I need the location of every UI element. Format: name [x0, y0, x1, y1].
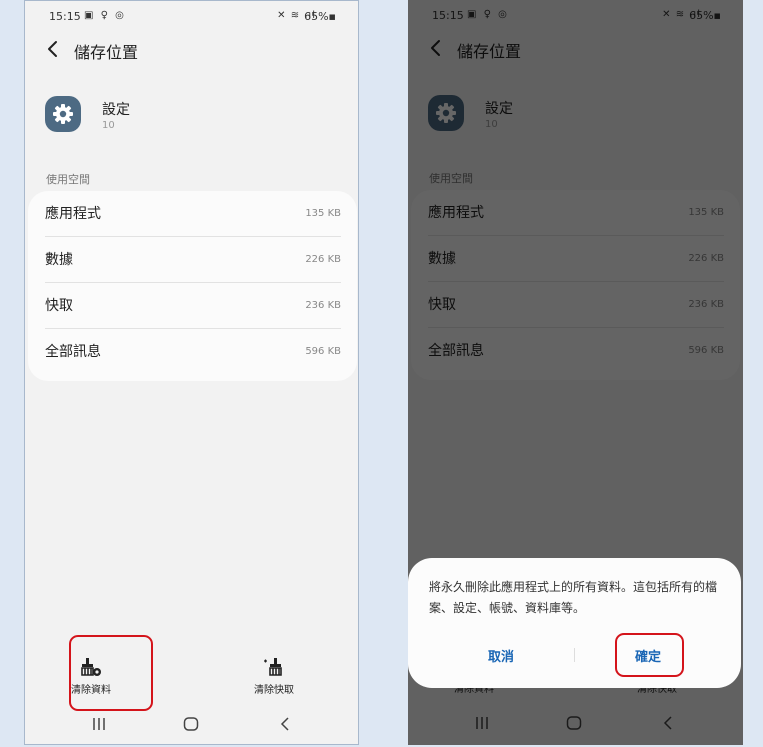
app-version: 10 [102, 120, 115, 131]
nav-back-icon[interactable] [279, 717, 291, 731]
broom-icon [264, 658, 282, 676]
row-value: 135 KB [305, 208, 341, 219]
clear-cache-button[interactable]: 清除快取 [229, 651, 319, 701]
row-label: 應用程式 [45, 206, 101, 222]
row-label: 快取 [45, 298, 73, 314]
row-value: 236 KB [305, 300, 341, 311]
row-value: 226 KB [305, 254, 341, 265]
dialog-message: 將永久刪除此應用程式上的所有資料。這包括所有的檔案、設定、帳號、資料庫等。 [429, 580, 718, 615]
home-icon[interactable] [183, 717, 199, 731]
settings-gear-icon [45, 96, 81, 132]
section-label-usage: 使用空間 [46, 173, 90, 186]
status-bar: 15:15 ▣ ♀ ◎ ✕ ≋ .ıl 65%▪ [25, 8, 358, 26]
row-value: 596 KB [305, 346, 341, 357]
status-time: 15:15 [49, 10, 81, 23]
highlight-clear-data [69, 635, 153, 711]
row-label: 全部訊息 [45, 344, 101, 360]
notification-icons: ▣ ♀ ◎ [84, 10, 126, 21]
app-name: 設定 [102, 102, 130, 118]
storage-row-apps: 應用程式 135 KB [45, 191, 341, 237]
phone-screen-dialog: 15:15 ▣ ♀ ◎ ✕ ≋ .ıl 65%▪ 儲存位置 [408, 0, 743, 745]
storage-card: 應用程式 135 KB 數據 226 KB 快取 236 KB 全部訊息 596… [28, 191, 357, 381]
cancel-button[interactable]: 取消 [488, 646, 514, 665]
recent-apps-icon[interactable] [92, 717, 106, 731]
app-info: 設定 10 [25, 96, 358, 136]
storage-row-cache: 快取 236 KB [45, 283, 341, 329]
page-title: 儲存位置 [74, 43, 139, 62]
back-arrow-icon[interactable] [43, 37, 63, 61]
clear-cache-label: 清除快取 [254, 685, 294, 696]
storage-row-data: 數據 226 KB [45, 237, 341, 283]
highlight-confirm [615, 633, 684, 677]
row-label: 數據 [45, 252, 73, 268]
dialog-divider [574, 648, 575, 662]
navigation-bar [25, 713, 358, 737]
storage-row-total: 全部訊息 596 KB [45, 329, 341, 375]
confirm-dialog: 將永久刪除此應用程式上的所有資料。這包括所有的檔案、設定、帳號、資料庫等。 取消… [408, 558, 741, 688]
battery-indicator: 65%▪ [304, 10, 336, 23]
phone-screen-storage: 15:15 ▣ ♀ ◎ ✕ ≋ .ıl 65%▪ 儲存位置 設定 10 使用空間… [24, 0, 359, 745]
header: 儲存位置 [25, 37, 358, 63]
